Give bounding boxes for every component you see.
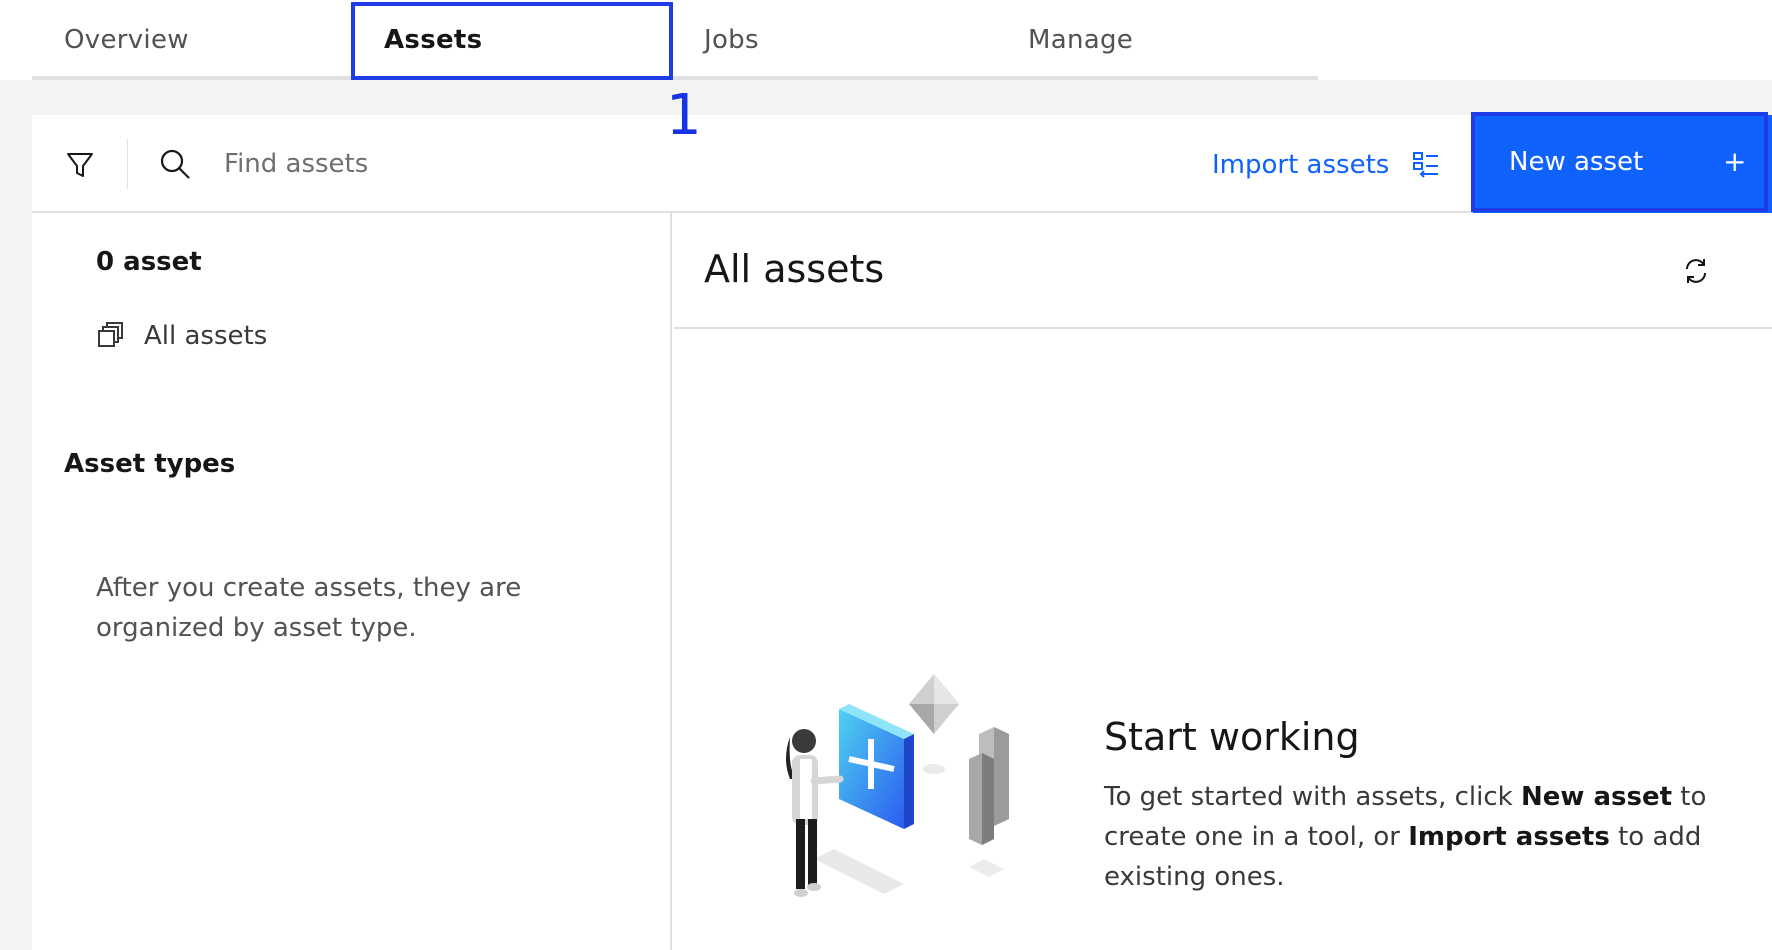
annotation-box-new-asset (1471, 112, 1768, 212)
nav-all-assets[interactable]: All assets (96, 313, 267, 359)
import-assets-label: Import assets (1212, 150, 1390, 180)
tab-bar: Overview Assets Jobs Manage (0, 0, 1772, 80)
tab-overview-label: Overview (64, 25, 189, 55)
search-input[interactable] (224, 141, 1024, 187)
empty-state-description: To get started with assets, click New as… (1104, 777, 1734, 897)
left-pane: 0 asset All assets Asset types After you… (32, 213, 672, 950)
filter-button[interactable] (48, 137, 112, 193)
empty-desc-new-asset: New asset (1521, 782, 1673, 812)
search-icon (160, 149, 190, 179)
tab-jobs-label: Jobs (704, 25, 759, 55)
tab-manage[interactable]: Manage (996, 0, 1318, 80)
import-icon (1413, 152, 1439, 178)
empty-state-title: Start working (1104, 715, 1360, 759)
asset-count: 0 asset (96, 247, 202, 277)
refresh-icon (1686, 259, 1706, 283)
annotation-box-assets-tab (351, 2, 673, 80)
import-assets-button[interactable]: Import assets (1212, 143, 1441, 187)
annotation-step-1: 1 (666, 83, 702, 148)
right-header: All assets (674, 213, 1772, 329)
tab-jobs[interactable]: Jobs (672, 0, 996, 80)
empty-state-illustration (786, 674, 1009, 897)
collection-icon (98, 322, 123, 347)
tab-overview[interactable]: Overview (32, 0, 352, 80)
toolbar-divider (127, 139, 128, 189)
empty-desc-import-assets: Import assets (1408, 822, 1610, 852)
right-pane-title: All assets (704, 247, 885, 291)
nav-all-assets-label: All assets (144, 321, 268, 351)
filter-icon (67, 153, 93, 177)
right-body: Start working To get started with assets… (674, 329, 1772, 950)
refresh-button[interactable] (1674, 249, 1718, 293)
tab-manage-label: Manage (1028, 25, 1134, 55)
asset-types-heading: Asset types (64, 449, 236, 479)
empty-desc-part-1: To get started with assets, click (1104, 782, 1521, 812)
asset-types-empty-text: After you create assets, they are organi… (96, 573, 522, 643)
